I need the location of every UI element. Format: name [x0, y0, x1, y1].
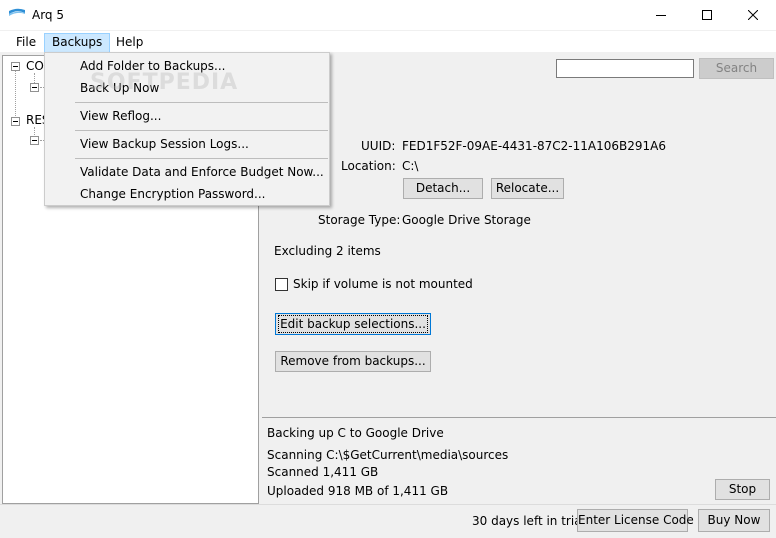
search-button[interactable]: Search: [699, 58, 774, 79]
menu-help[interactable]: Help: [109, 33, 150, 53]
menu-file[interactable]: File: [9, 33, 43, 53]
buy-now-button[interactable]: Buy Now: [698, 509, 770, 532]
collapse-icon[interactable]: [11, 62, 20, 71]
arq-logo-icon: [9, 8, 25, 16]
menu-separator: [75, 102, 328, 103]
location-value: C:\: [402, 159, 419, 173]
maximize-icon: [702, 10, 712, 20]
search-input[interactable]: [556, 59, 694, 78]
detach-button[interactable]: Detach...: [403, 178, 483, 199]
uploaded-text: Uploaded 918 MB of 1,411 GB: [267, 484, 449, 498]
scanning-text: Scanning C:\$GetCurrent\media\sources: [267, 448, 509, 462]
close-button[interactable]: [730, 0, 776, 30]
edit-backup-selections-label: Edit backup selections...: [278, 315, 428, 333]
collapse-icon[interactable]: [30, 136, 39, 145]
storage-type-label: Storage Type:: [318, 213, 401, 227]
statusbar-divider: [0, 504, 776, 505]
menu-item-change-password[interactable]: Change Encryption Password...: [80, 187, 266, 201]
maximize-button[interactable]: [684, 0, 730, 30]
trial-text: 30 days left in trial: [472, 514, 585, 528]
collapse-icon[interactable]: [11, 117, 20, 126]
skip-unmounted-checkbox[interactable]: [275, 278, 288, 291]
tree-connector: [34, 73, 35, 83]
progress-divider: [262, 417, 776, 418]
stop-button[interactable]: Stop: [715, 479, 770, 500]
menu-separator: [75, 130, 328, 131]
menu-bar: File Backups Help: [0, 31, 776, 53]
minimize-button[interactable]: [638, 0, 684, 30]
remove-from-backups-button[interactable]: Remove from backups...: [275, 351, 431, 372]
title-bar: Arq 5: [0, 0, 776, 30]
edit-backup-selections-button[interactable]: Edit backup selections...: [275, 313, 431, 335]
window-title: Arq 5: [32, 8, 64, 22]
menu-item-view-reflog[interactable]: View Reflog...: [80, 109, 161, 123]
enter-license-code-button[interactable]: Enter License Code: [577, 509, 694, 532]
menu-backups[interactable]: Backups: [44, 33, 111, 53]
progress-heading: Backing up C to Google Drive: [267, 426, 444, 440]
uuid-value: FED1F52F-09AE-4431-87C2-11A106B291A6: [402, 139, 666, 153]
tree-connector: [15, 70, 16, 122]
menu-item-view-session-logs[interactable]: View Backup Session Logs...: [80, 137, 249, 151]
storage-type-value: Google Drive Storage: [402, 213, 531, 227]
minimize-icon: [656, 15, 666, 16]
uuid-label: UUID:: [361, 139, 396, 153]
menu-separator: [75, 158, 328, 159]
scanned-text: Scanned 1,411 GB: [267, 465, 379, 479]
relocate-button[interactable]: Relocate...: [491, 178, 564, 199]
skip-unmounted-label[interactable]: Skip if volume is not mounted: [293, 277, 473, 291]
excluding-text: Excluding 2 items: [274, 244, 381, 258]
softpedia-watermark: SOFTPEDIA: [90, 70, 239, 95]
collapse-icon[interactable]: [30, 83, 39, 92]
location-label: Location:: [341, 159, 396, 173]
menu-item-validate-data[interactable]: Validate Data and Enforce Budget Now...: [80, 165, 324, 179]
tree-node-computer[interactable]: CO: [26, 59, 44, 73]
close-icon: [748, 10, 758, 20]
